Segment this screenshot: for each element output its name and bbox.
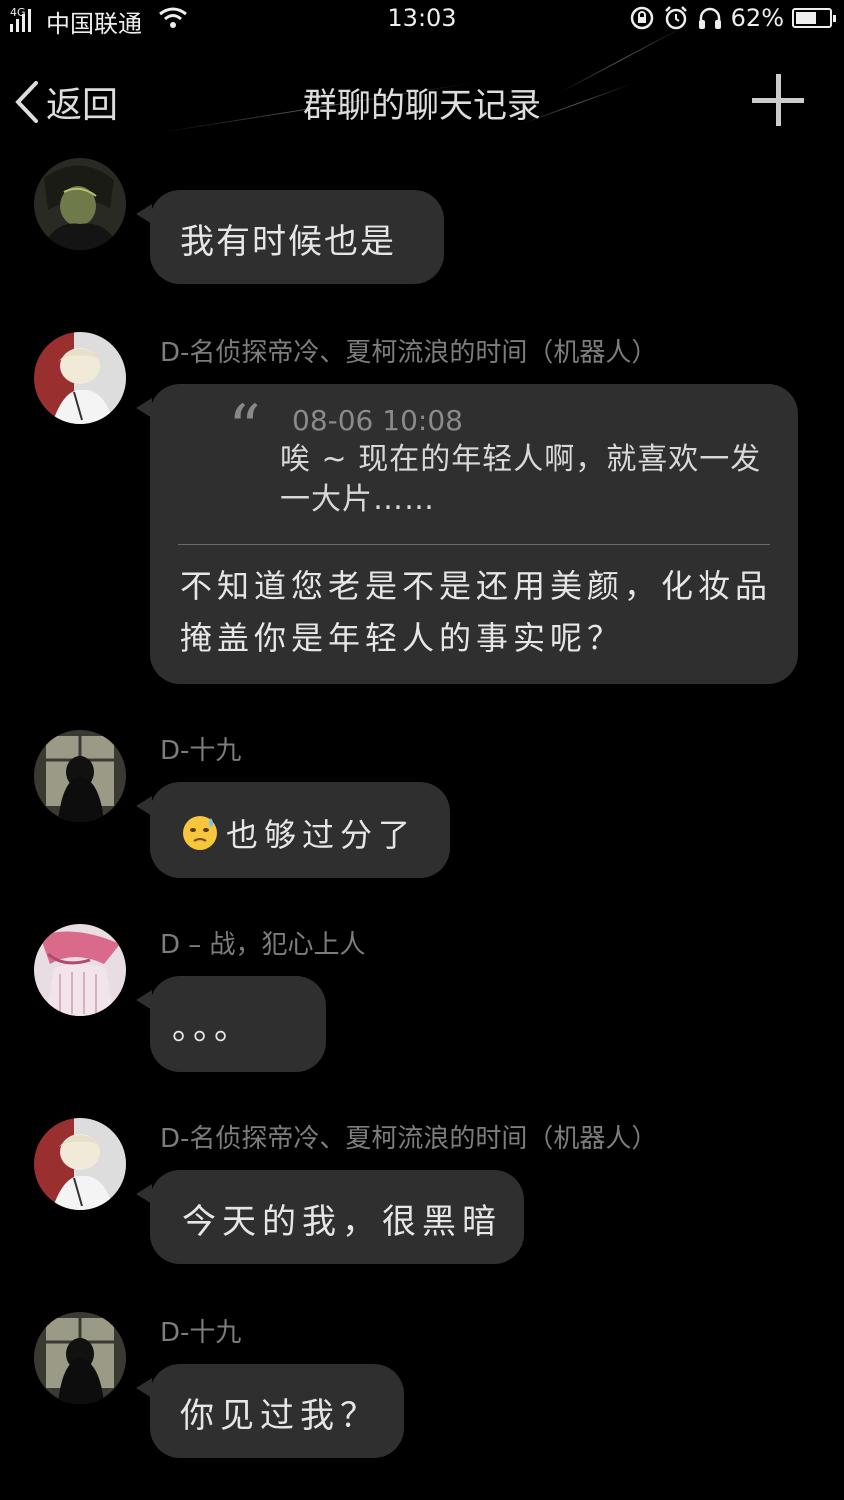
long-hair-girl-window-avatar (34, 1312, 126, 1404)
divider (178, 544, 770, 545)
sender-name: D-十九 (160, 1318, 242, 1348)
plus-icon[interactable] (752, 74, 804, 126)
avatar[interactable] (34, 158, 126, 250)
reply-text: 不知道您老是不是还用美颜，化妆品 掩盖你是年轻人的事实呢？ (180, 560, 772, 664)
avatar[interactable] (34, 1312, 126, 1404)
pink-dress-avatar (34, 924, 126, 1016)
avatar[interactable] (34, 1118, 126, 1210)
page-title: 群聊的聊天记录 (303, 86, 541, 126)
reply-line: 不知道您老是不是还用美颜，化妆品 (180, 567, 773, 605)
dark-hair-character-avatar (34, 158, 126, 250)
message-text: 我有时候也是 (180, 222, 396, 262)
white-hair-character-avatar (34, 1118, 126, 1210)
message-text: 你见过我？ (180, 1396, 380, 1436)
chat-list[interactable]: D- 我有时候也是 D-名侦探帝冷、夏柯流浪的时间（机器人） “ 08-06 1… (0, 158, 844, 1500)
message-text: 今天的我，很黑暗 (182, 1202, 502, 1242)
message-bubble[interactable]: 。。。 (136, 976, 326, 1072)
message-text: 也够过分了 (226, 816, 417, 854)
quote-text: 唉 ~ 现在的年轻人啊，就喜欢一发一大片…… (280, 442, 762, 517)
quote-icon: “ (228, 392, 261, 466)
rotation-lock-icon (629, 5, 655, 31)
avatar[interactable] (34, 332, 126, 424)
battery-icon (792, 8, 836, 28)
reply-line: 掩盖你是年轻人的事实呢？ (180, 619, 625, 657)
headphones-icon (697, 5, 723, 31)
message-bubble[interactable]: 你见过我？ (136, 1364, 404, 1458)
sender-name: D-名侦探帝冷、夏柯流浪的时间（机器人） (160, 338, 658, 368)
avatar[interactable] (34, 924, 126, 1016)
avatar[interactable] (34, 730, 126, 822)
sender-name: D-十九 (160, 736, 242, 766)
sender-name: D – 战，犯心上人 (160, 930, 366, 960)
sender-name: D-名侦探帝冷、夏柯流浪的时间（机器人） (160, 1124, 658, 1154)
battery-fill (796, 12, 816, 24)
nav-bar: 返回 群聊的聊天记录 (0, 26, 844, 158)
sweat-emoji-icon (180, 812, 220, 856)
status-bar: 4G 中国联通 13:03 62% (0, 0, 844, 42)
quote-time: 08-06 10:08 (292, 404, 463, 437)
battery-percent: 62% (730, 4, 784, 32)
message-bubble[interactable]: 我有时候也是 (136, 190, 444, 284)
white-hair-character-avatar (34, 332, 126, 424)
message-bubble[interactable]: “ 08-06 10:08 唉 ~ 现在的年轻人啊，就喜欢一发一大片…… 不知道… (136, 384, 798, 684)
alarm-icon (663, 5, 689, 31)
message-bubble[interactable]: 也够过分了 (136, 782, 450, 878)
message-bubble[interactable]: 今天的我，很黑暗 (136, 1170, 524, 1264)
long-hair-girl-window-avatar (34, 730, 126, 822)
message-text: 。。。 (172, 1008, 252, 1048)
